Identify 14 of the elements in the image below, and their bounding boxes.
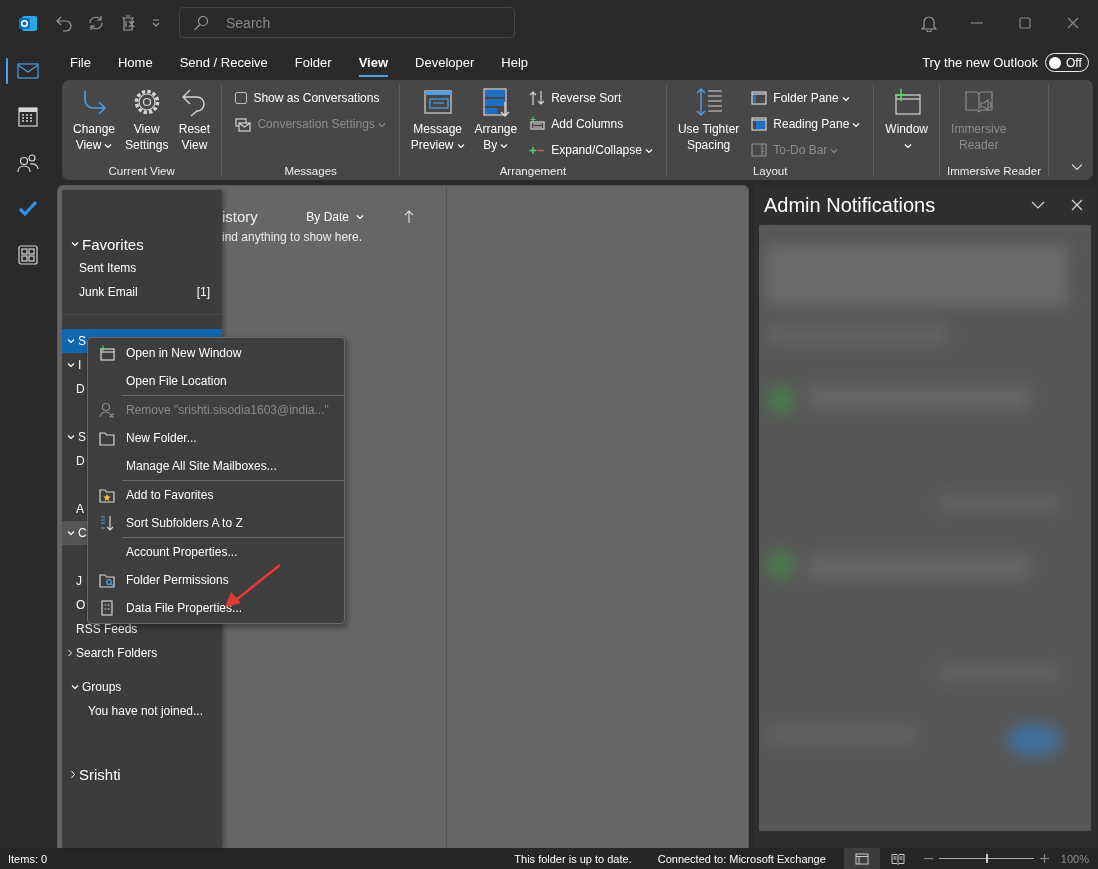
status-text: Connected to: Microsoft Exchange: [657, 852, 826, 865]
status-text: This folder is up to date.: [514, 852, 632, 865]
group-label: Current View: [107, 164, 176, 177]
groups-note: You have not joined...: [87, 703, 204, 720]
empty-message: ind anything to show here.: [222, 230, 364, 244]
zoom-level: 100%: [1060, 852, 1089, 865]
status-text: Items: 0: [8, 852, 48, 865]
group-label: Messages: [283, 164, 338, 177]
panel-title: Admin Notifications: [764, 193, 936, 217]
new-outlook-label: Try the new Outlook: [922, 55, 1038, 70]
folder-title: istory: [222, 208, 258, 225]
group-label: Layout: [751, 164, 789, 177]
group-label: Arrangement: [498, 164, 568, 177]
group-label: Immersive Reader: [947, 164, 1041, 177]
